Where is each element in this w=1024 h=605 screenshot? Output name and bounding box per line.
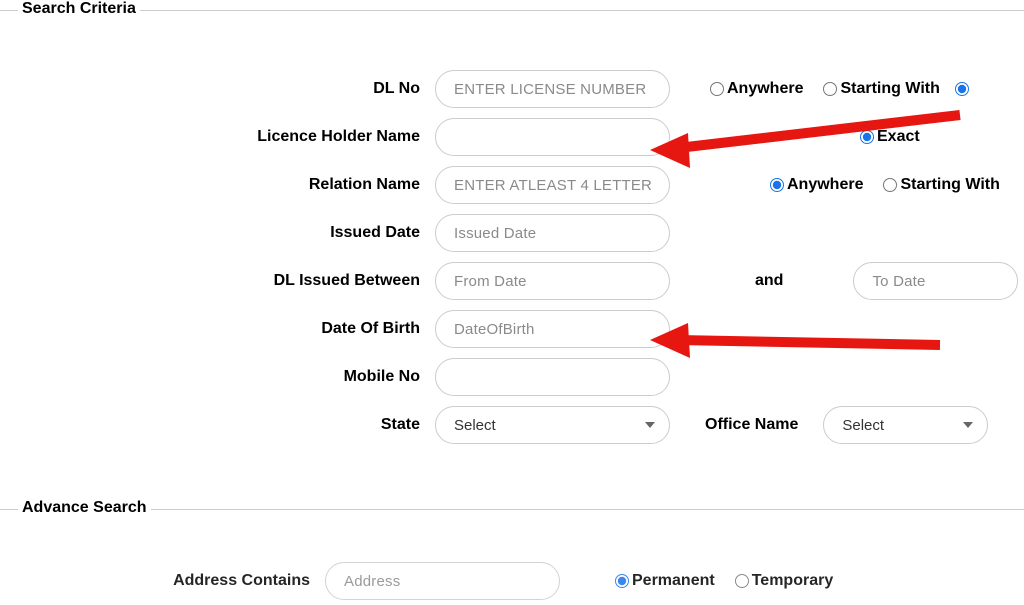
- legend-wrap: Search Criteria: [18, 0, 140, 18]
- radio-address-temporary[interactable]: Temporary: [735, 572, 834, 590]
- label-holder-name: Licence Holder Name: [0, 128, 435, 146]
- dob-input[interactable]: [435, 310, 670, 348]
- radio-relation-anywhere[interactable]: Anywhere: [770, 176, 863, 194]
- label-dl-between: DL Issued Between: [0, 272, 435, 290]
- to-date-input[interactable]: [853, 262, 1018, 300]
- radio-dlno-edge[interactable]: [955, 82, 969, 96]
- search-criteria-section: Search Criteria DL No Anywhere Starting …: [0, 0, 1024, 449]
- state-select[interactable]: Select: [435, 406, 670, 444]
- advance-content: Address Contains Permanent Temporary: [0, 519, 1024, 605]
- address-input[interactable]: [325, 562, 560, 600]
- label-mobile: Mobile No: [0, 368, 435, 386]
- row-relation-name: Relation Name Anywhere Starting With: [0, 161, 1024, 209]
- advance-search-legend: Advance Search: [18, 499, 151, 516]
- search-criteria-legend: Search Criteria: [18, 0, 140, 17]
- radio-dlno-anywhere[interactable]: Anywhere: [710, 80, 803, 98]
- label-dob: Date Of Birth: [0, 320, 435, 338]
- label-dl-no: DL No: [0, 80, 435, 98]
- label-address-contains: Address Contains: [0, 572, 325, 590]
- row-state: State Select Office Name Select: [0, 401, 1024, 449]
- dl-no-input[interactable]: [435, 70, 670, 108]
- label-relation-name: Relation Name: [0, 176, 435, 194]
- row-dl-no: DL No Anywhere Starting With: [0, 65, 1024, 113]
- radio-relation-starting[interactable]: Starting With: [883, 176, 999, 194]
- section-border: [0, 10, 1024, 11]
- advance-search-section: Advance Search Address Contains Permanen…: [0, 499, 1024, 605]
- row-dob: Date Of Birth: [0, 305, 1024, 353]
- row-mobile: Mobile No: [0, 353, 1024, 401]
- radio-address-permanent[interactable]: Permanent: [615, 572, 715, 590]
- label-office-name: Office Name: [670, 416, 823, 434]
- relation-name-input[interactable]: [435, 166, 670, 204]
- form-content: DL No Anywhere Starting With Licence Hol…: [0, 20, 1024, 449]
- label-issued-date: Issued Date: [0, 224, 435, 242]
- radio-dlno-starting[interactable]: Starting With: [823, 80, 939, 98]
- from-date-input[interactable]: [435, 262, 670, 300]
- and-text: and: [670, 272, 828, 290]
- row-address-contains: Address Contains Permanent Temporary: [0, 557, 1024, 605]
- issued-date-input[interactable]: [435, 214, 670, 252]
- mobile-input[interactable]: [435, 358, 670, 396]
- section-border-2: [0, 509, 1024, 510]
- radio-holder-exact[interactable]: Exact: [860, 128, 920, 146]
- row-holder-name: Licence Holder Name Exact: [0, 113, 1024, 161]
- label-state: State: [0, 416, 435, 434]
- row-dl-between: DL Issued Between and: [0, 257, 1024, 305]
- legend-wrap-2: Advance Search: [18, 499, 151, 517]
- office-select[interactable]: Select: [823, 406, 988, 444]
- holder-name-input[interactable]: [435, 118, 670, 156]
- row-issued-date: Issued Date: [0, 209, 1024, 257]
